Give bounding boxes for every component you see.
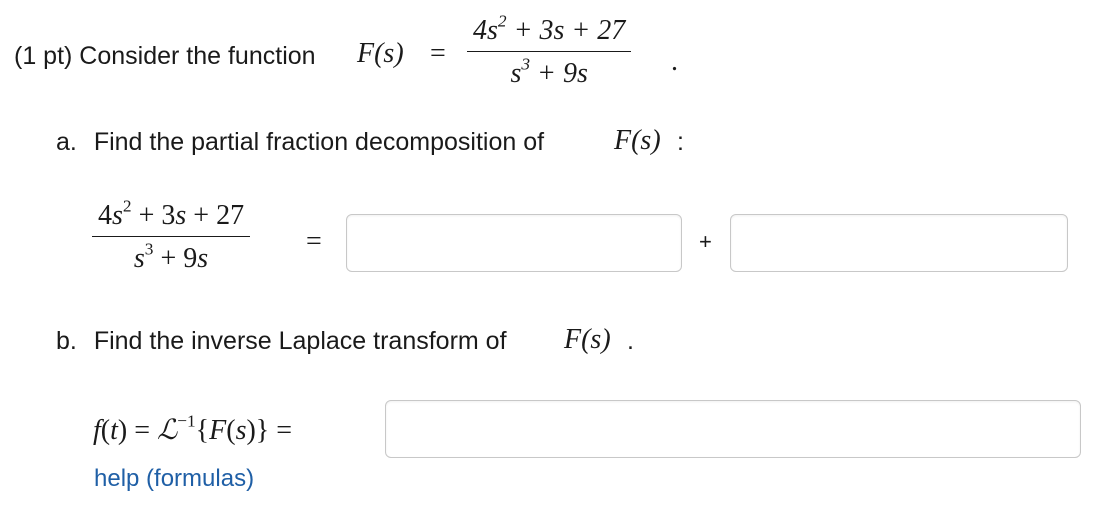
- problem-intro: (1 pt) Consider the function: [14, 42, 316, 71]
- part-a-label: a.: [56, 128, 77, 156]
- part-b-prompt: b. Find the inverse Laplace transform of: [56, 327, 507, 356]
- function-equals: =: [430, 38, 446, 69]
- function-denominator: s3 + 9s: [510, 54, 588, 89]
- function-numerator: 4s2 + 3s + 27: [473, 11, 626, 46]
- function-period: .: [671, 46, 678, 77]
- part-b-period: .: [627, 327, 634, 355]
- answer-input-term-1[interactable]: [346, 214, 682, 272]
- part-a-fn: F(s): [614, 125, 661, 156]
- part-a-text: Find the partial fraction decomposition …: [93, 128, 545, 156]
- part-a-fraction: 4s2 + 3s + 27 s3 + 9s: [92, 196, 251, 275]
- part-a-numerator: 4s2 + 3s + 27: [98, 196, 245, 231]
- answer-input-inverse-laplace[interactable]: [385, 400, 1081, 458]
- inverse-laplace-expression: f(t) = ℒ−1{F(s)} =: [93, 411, 293, 446]
- answer-input-term-2[interactable]: [730, 214, 1068, 272]
- part-b-text: Find the inverse Laplace transform of: [93, 327, 507, 355]
- problem-intro-text: (1 pt) Consider the function: [14, 42, 316, 70]
- part-a-colon: :: [677, 128, 684, 156]
- part-a-prompt: a. Find the partial fraction decompositi…: [56, 128, 544, 157]
- part-b-fn: F(s): [564, 324, 611, 355]
- part-b-label: b.: [56, 327, 77, 355]
- help-formulas-link[interactable]: help (formulas): [94, 465, 254, 493]
- part-a-equals: =: [306, 226, 322, 257]
- part-a-denominator: s3 + 9s: [133, 239, 209, 274]
- function-fraction: 4s2 + 3s + 27 s3 + 9s: [467, 11, 632, 90]
- plus-sign: +: [699, 229, 712, 254]
- function-lhs: F(s): [357, 38, 404, 69]
